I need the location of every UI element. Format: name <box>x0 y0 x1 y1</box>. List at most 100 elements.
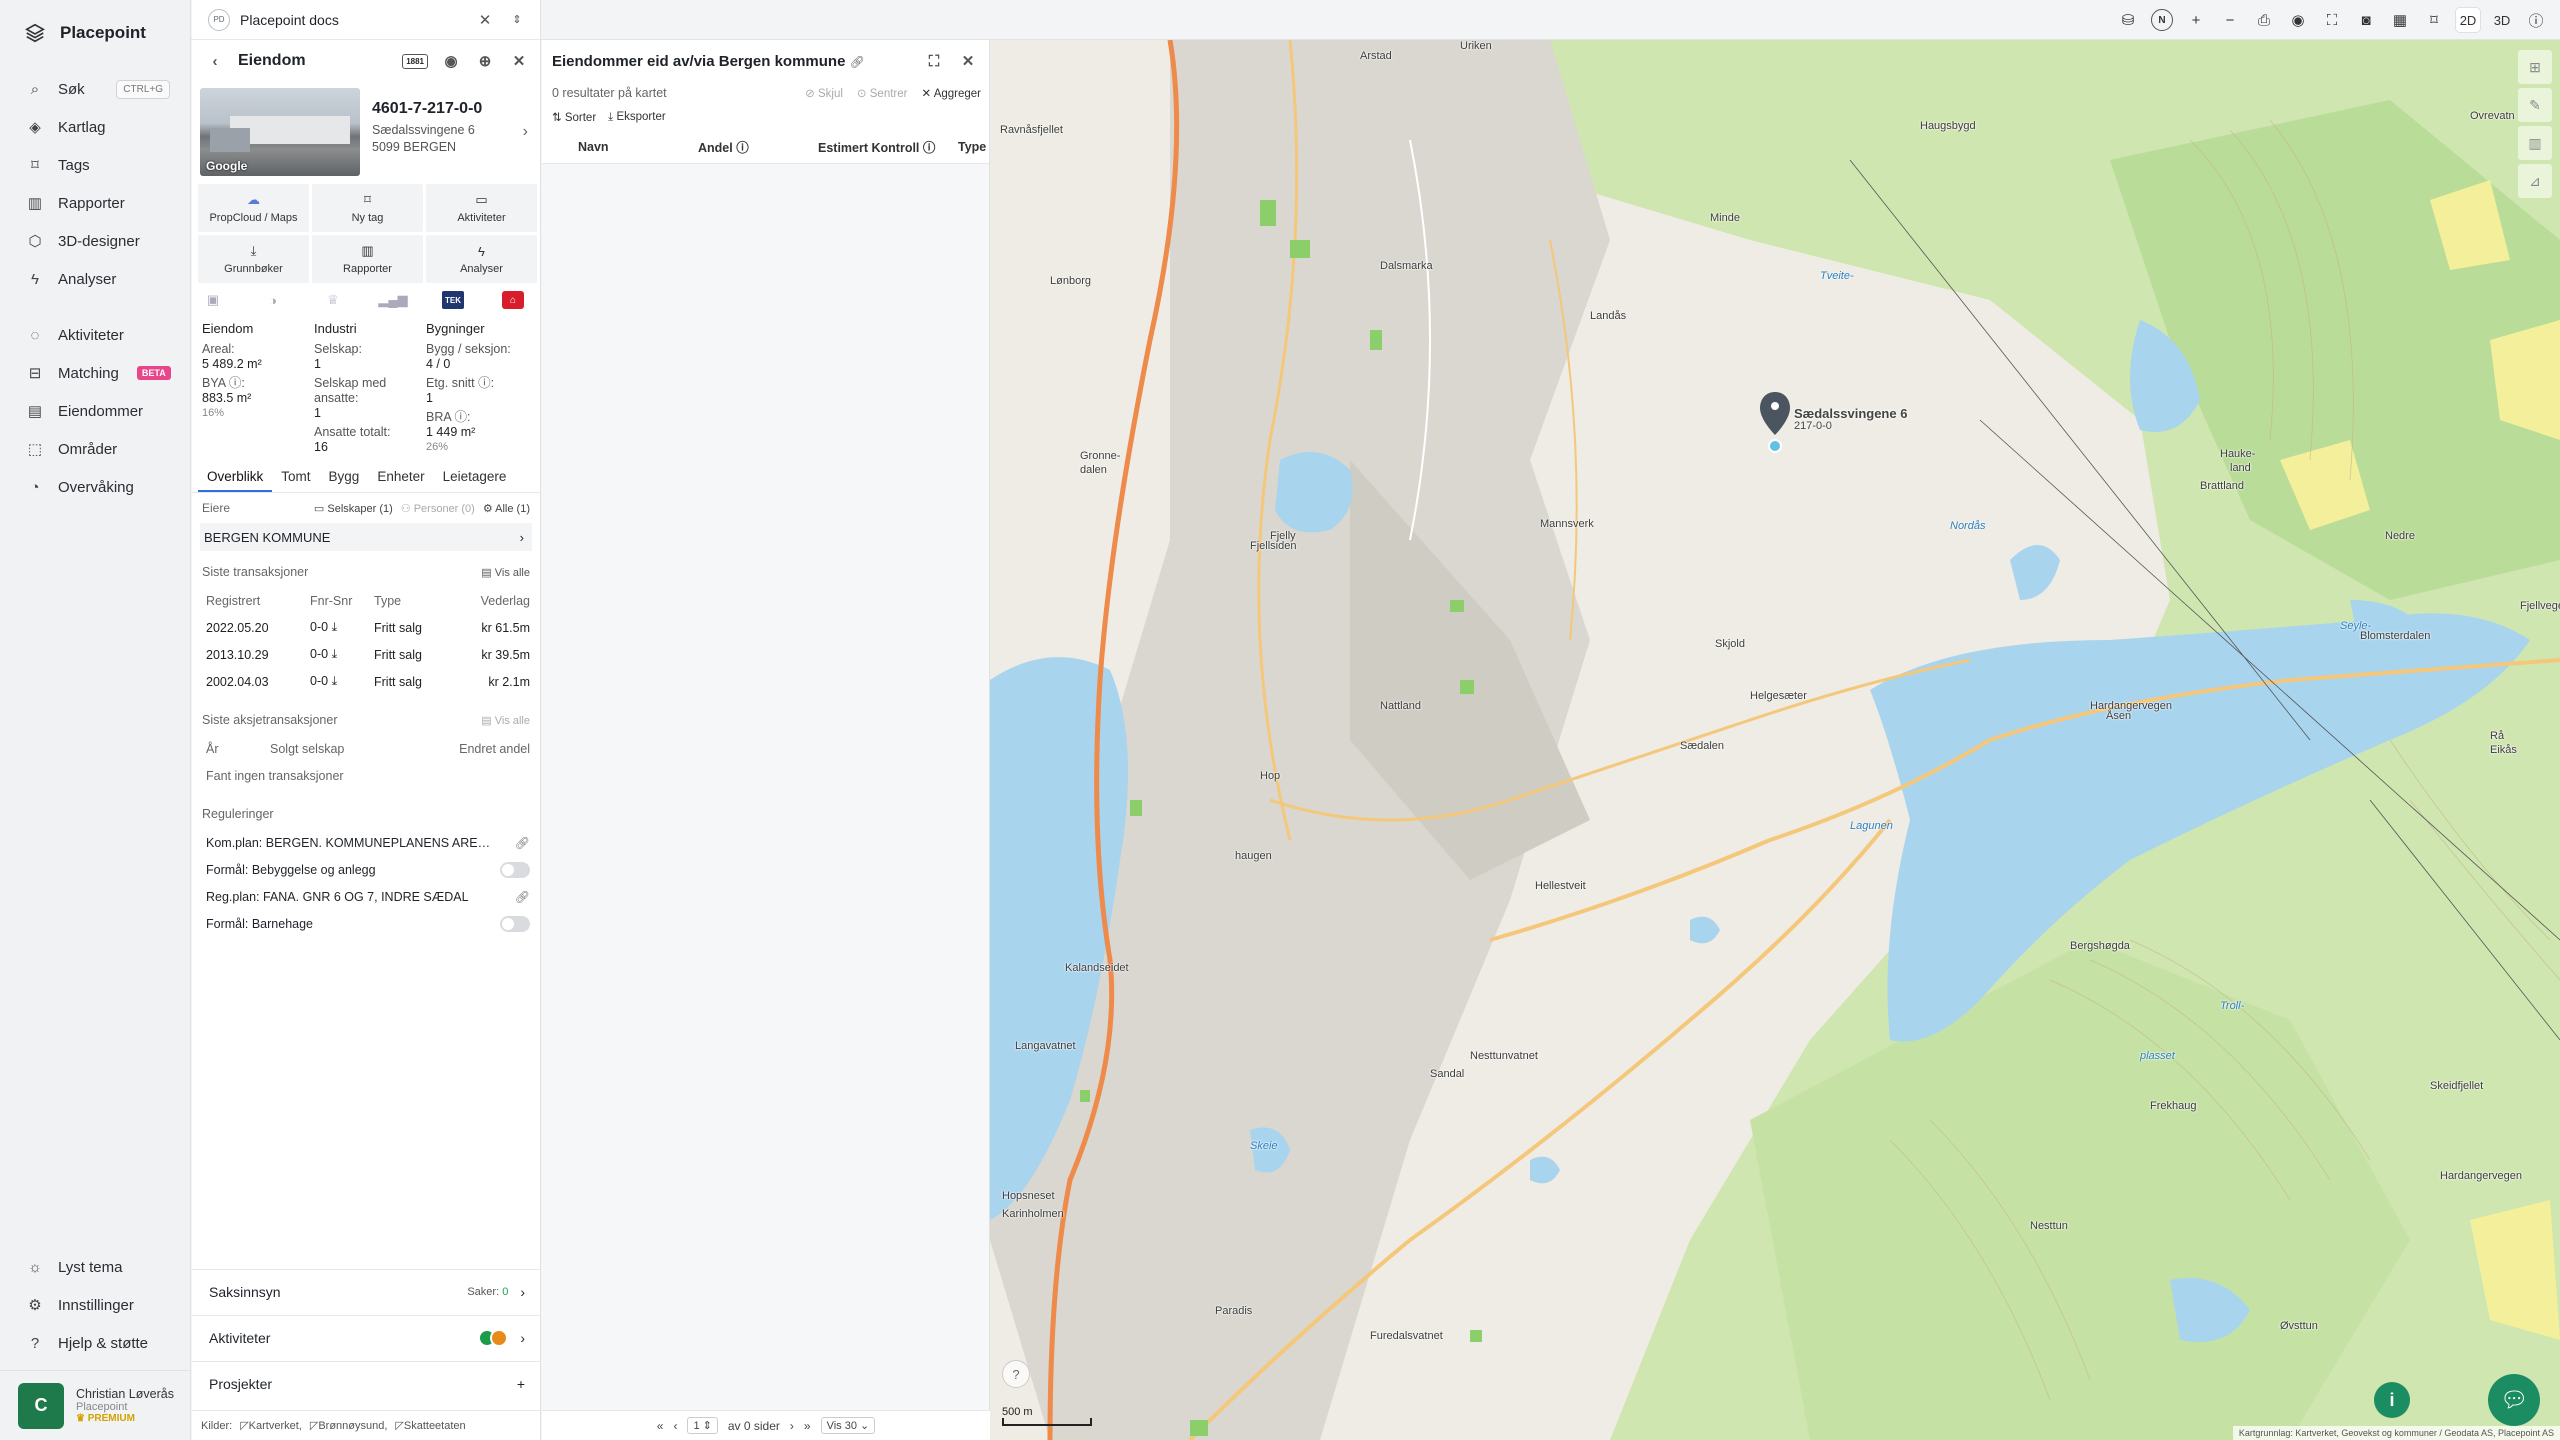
tab-bygg[interactable]: Bygg <box>320 465 369 492</box>
eye-icon[interactable]: ◉ <box>440 50 462 72</box>
analyser-button[interactable]: ϟ Analyser <box>426 235 537 283</box>
sidebar-item-sok[interactable]: ⌕ Søk CTRL+G <box>0 70 190 108</box>
export-button[interactable]: ⤓ Eksporter <box>608 111 666 124</box>
tab-tomt[interactable]: Tomt <box>272 465 319 492</box>
propcloud-maps-button[interactable]: ☁ PropCloud / Maps <box>198 184 309 232</box>
sidebar-item-lyst-tema[interactable]: ☼ Lyst tema <box>0 1248 190 1286</box>
sidebar-item-3d-designer[interactable]: ⬡ 3D-designer <box>0 222 190 260</box>
next-page-icon[interactable]: › <box>790 1419 794 1433</box>
table-row[interactable]: 2022.05.20 0-0 ⤓ Fritt salg kr 61.5m <box>202 614 530 641</box>
tab-leietagere[interactable]: Leietagere <box>434 465 516 492</box>
chat-support-button[interactable]: 💬︎ <box>2488 1374 2540 1426</box>
table-row[interactable]: 2002.04.03 0-0 ⤓ Fritt salg kr 2.1m <box>202 668 530 695</box>
expand-icon[interactable]: ⛶ <box>923 50 945 72</box>
regulation-toggle[interactable] <box>500 915 530 932</box>
fullscreen-icon[interactable]: ⛶ <box>2320 8 2344 32</box>
sidebar-item-innstillinger[interactable]: ⚙ Innstillinger <box>0 1286 190 1324</box>
source-icon-4[interactable]: ▂▄▆ <box>378 291 407 309</box>
center-button[interactable]: ⊙ Sentrer <box>857 86 908 100</box>
zoom-in-button[interactable]: + <box>2184 8 2208 32</box>
sort-button[interactable]: ⇅ Sorter <box>552 110 596 124</box>
docs-bar[interactable]: PD Placepoint docs ✕ ⇕ <box>192 0 540 40</box>
map-canvas[interactable] <box>990 40 2560 1440</box>
chevron-updown-icon[interactable]: ⇕ <box>506 9 528 31</box>
sidebar-item-rapporter[interactable]: ▥ Rapporter <box>0 184 190 222</box>
info-icon[interactable]: ⓘ <box>2524 8 2548 32</box>
col-header-andel[interactable]: Andel ⓘ <box>698 137 818 156</box>
user-profile[interactable]: C Christian Løverås Placepoint ♛ PREMIUM <box>0 1370 190 1440</box>
saksinnsyn-accordion[interactable]: Saksinnsyn Saker: 0 › <box>192 1269 541 1314</box>
table-row[interactable]: 2013.10.29 0-0 ⤓ Fritt salg kr 39.5m <box>202 641 530 668</box>
brand[interactable]: Placepoint <box>0 0 190 66</box>
last-page-icon[interactable]: » <box>804 1419 811 1433</box>
sidebar-item-matching[interactable]: ⊟ Matching BETA <box>0 354 190 392</box>
close-icon[interactable]: ✕ <box>508 50 530 72</box>
source-icon-1[interactable]: ▣ <box>202 291 224 309</box>
source-link[interactable]: ◸Kartverket, <box>240 1419 302 1432</box>
tab-overblikk[interactable]: Overblikk <box>198 465 273 492</box>
target-icon[interactable]: ⊕ <box>474 50 496 72</box>
layers-toggle-icon[interactable]: ⛁ <box>2116 8 2140 32</box>
property-card[interactable]: Google 4601-7-217-0-0 Sædalssvingene 6 5… <box>192 82 540 184</box>
sidebar-item-hjelp[interactable]: ? Hjelp & støtte <box>0 1324 190 1362</box>
street-view-photo[interactable]: Google <box>200 88 360 176</box>
close-icon[interactable]: ✕ <box>474 9 496 31</box>
sidebar-item-kartlag[interactable]: ◈ Kartlag <box>0 108 190 146</box>
sidebar-item-omrader[interactable]: ⬚ Områder <box>0 430 190 468</box>
col-header-navn[interactable]: Navn <box>578 140 698 154</box>
regulation-row[interactable]: Reg.plan: FANA. GNR 6 OG 7, INDRE SÆDAL … <box>202 883 530 910</box>
source-icon-3[interactable]: ♕ <box>322 291 344 309</box>
grid-icon[interactable]: ▦ <box>2388 8 2412 32</box>
view-all-share-tx-link[interactable]: ▤ Vis alle <box>481 714 530 727</box>
info-button[interactable]: i <box>2374 1382 2410 1418</box>
sidebar-item-analyser[interactable]: ϟ Analyser <box>0 260 190 298</box>
chevron-right-icon[interactable]: › <box>523 123 532 141</box>
map-view[interactable]: Arstad Uriken Haugsbygd Ravnåsfjellet Mi… <box>990 40 2560 1440</box>
compass-button[interactable]: N <box>2150 8 2174 32</box>
source-link[interactable]: ◸Skatteetaten <box>395 1419 465 1432</box>
companies-filter[interactable]: ▭ Selskaper (1) <box>314 502 393 515</box>
eye-icon[interactable]: ◉ <box>2286 8 2310 32</box>
badge-1881-button[interactable]: 1881 <box>402 53 428 69</box>
aktiviteter-button[interactable]: ▭ Aktiviteter <box>426 184 537 232</box>
back-icon[interactable]: ‹ <box>204 50 226 72</box>
ruler-icon[interactable]: ⊿ <box>2518 164 2552 198</box>
sidebar-item-eiendommer[interactable]: ▤ Eiendommer <box>0 392 190 430</box>
zoom-out-button[interactable]: − <box>2218 8 2242 32</box>
link-icon[interactable]: 🔗︎ <box>515 890 530 904</box>
aggregate-button[interactable]: ✕ Aggreger <box>921 86 981 100</box>
link-icon[interactable]: 🔗︎ <box>850 55 865 69</box>
tx-fnr[interactable]: 0-0 ⤓ <box>310 620 374 635</box>
sidebar-item-tags[interactable]: ⌑ Tags <box>0 146 190 184</box>
house-source-icon[interactable]: ⌂ <box>502 291 524 309</box>
col-header-kontroll[interactable]: Estimert Kontroll ⓘ <box>818 137 958 156</box>
first-page-icon[interactable]: « <box>657 1419 664 1433</box>
measure-icon[interactable]: ⊞ <box>2518 50 2552 84</box>
tek-source-icon[interactable]: TEK <box>442 291 464 309</box>
per-page-select[interactable]: Vis 30 ⌄ <box>820 1417 876 1434</box>
prev-page-icon[interactable]: ‹ <box>673 1419 677 1433</box>
page-input[interactable]: 1 ⇕ <box>687 1417 718 1434</box>
print-icon[interactable]: ⎙ <box>2252 8 2276 32</box>
draw-icon[interactable]: ✎ <box>2518 88 2552 122</box>
source-icon-2[interactable]: ◑ <box>262 291 284 309</box>
rapporter-button[interactable]: ▥ Rapporter <box>312 235 423 283</box>
all-filter[interactable]: ⚙ Alle (1) <box>483 502 530 515</box>
persons-filter[interactable]: ⚇ Personer (0) <box>401 502 475 515</box>
camera-icon[interactable]: ◙ <box>2354 8 2378 32</box>
bookmark-icon[interactable]: ⌑ <box>2422 8 2446 32</box>
tab-enheter[interactable]: Enheter <box>368 465 433 492</box>
ny-tag-button[interactable]: ⌑ Ny tag <box>312 184 423 232</box>
tx-fnr[interactable]: 0-0 ⤓ <box>310 647 374 662</box>
view-all-transactions-link[interactable]: ▤ Vis alle <box>481 566 530 579</box>
regulation-row[interactable]: Kom.plan: BERGEN. KOMMUNEPLANENS AREAL..… <box>202 829 530 856</box>
sidebar-item-aktiviteter[interactable]: ◌ Aktiviteter <box>0 316 190 354</box>
mode-3d-button[interactable]: 3D <box>2490 8 2514 32</box>
regulation-toggle[interactable] <box>500 861 530 878</box>
aktiviteter-accordion[interactable]: Aktiviteter › <box>192 1315 541 1360</box>
link-icon[interactable]: 🔗︎ <box>515 836 530 850</box>
prosjekter-accordion[interactable]: Prosjekter + <box>192 1361 541 1406</box>
grunnboker-button[interactable]: ⤓ Grunnbøker <box>198 235 309 283</box>
plus-icon[interactable]: + <box>517 1376 525 1392</box>
tx-fnr[interactable]: 0-0 ⤓ <box>310 674 374 689</box>
